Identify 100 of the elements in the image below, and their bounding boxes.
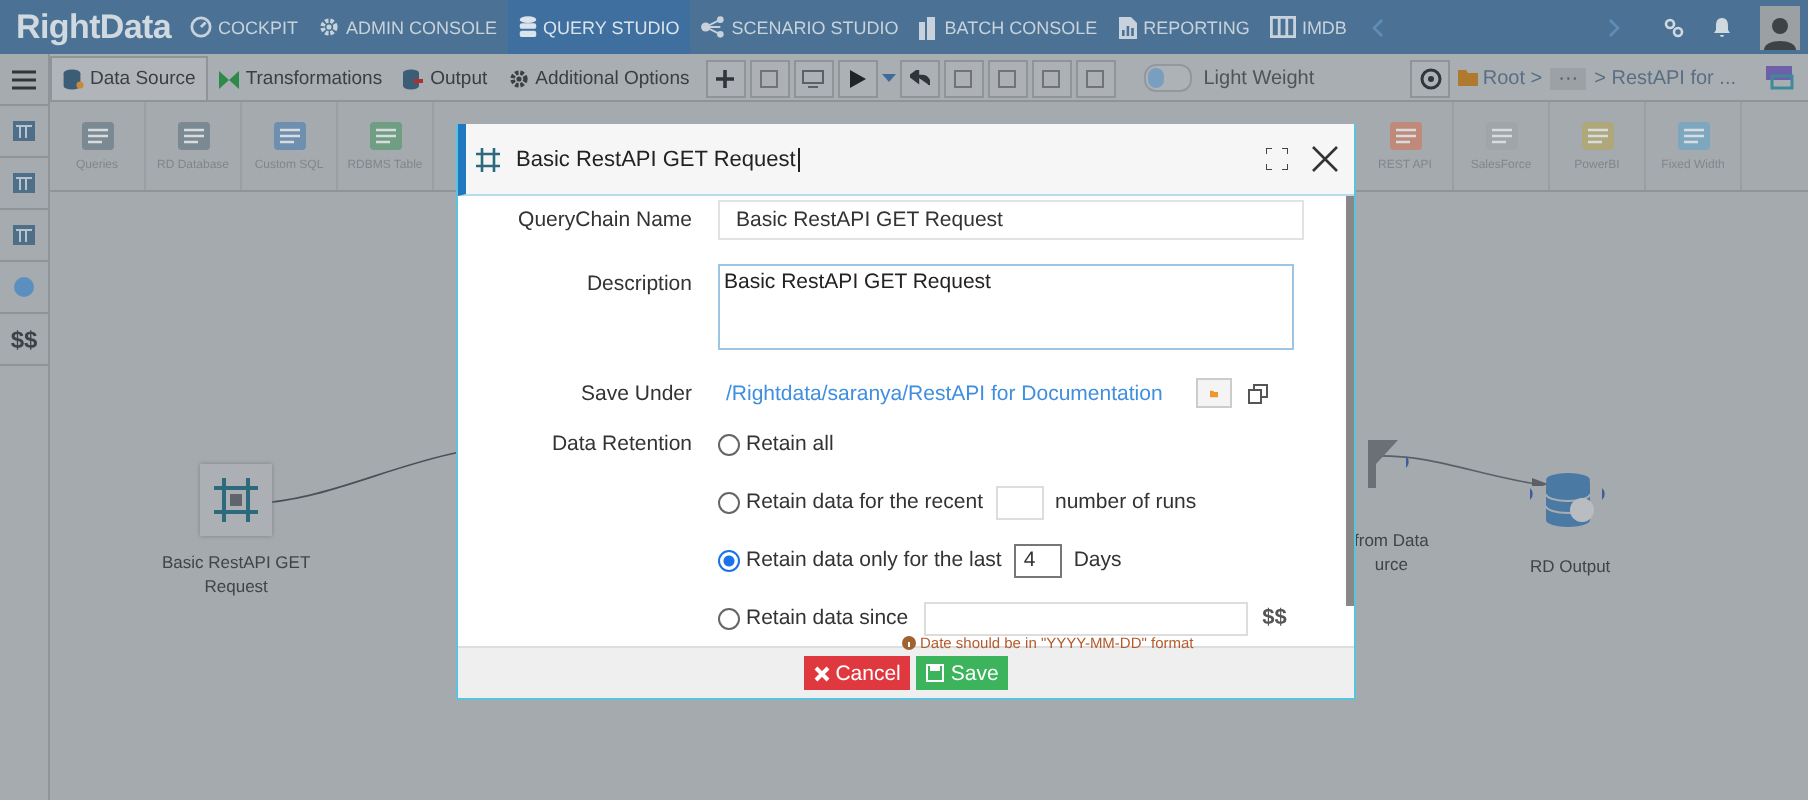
run-button[interactable] — [837, 59, 878, 97]
monitor-icon — [802, 69, 825, 87]
table-icon[interactable] — [12, 120, 36, 142]
folder-icon — [1210, 385, 1219, 401]
source-type-icon — [1387, 120, 1423, 152]
maximize-icon[interactable] — [1266, 148, 1288, 170]
grid-frame-icon — [212, 476, 261, 524]
folder-icon — [1458, 70, 1479, 86]
source-type-icon — [1579, 120, 1615, 152]
breadcrumb-item[interactable]: ··· — [1550, 67, 1587, 89]
variables-label[interactable]: $$ — [10, 325, 38, 353]
radio-button[interactable] — [718, 549, 740, 571]
window-stack-icon[interactable] — [1764, 64, 1796, 92]
field-label: Data Retention — [549, 430, 692, 460]
bell-icon[interactable] — [1712, 16, 1732, 38]
number-field[interactable] — [995, 485, 1043, 519]
editor-tab[interactable]: Additional Options — [497, 58, 700, 100]
number-field[interactable]: 4 — [1013, 543, 1062, 577]
floppy-icon — [926, 664, 945, 682]
copy-button[interactable] — [1031, 59, 1072, 97]
name-field[interactable]: Basic RestAPI GET Request — [718, 200, 1304, 240]
option-label: number of runs — [1055, 490, 1197, 514]
info-icon — [902, 636, 916, 650]
menu-icon[interactable] — [12, 69, 36, 89]
gauge-icon — [190, 16, 212, 38]
field-label: Save Under — [579, 381, 692, 405]
source-type-icon — [175, 120, 211, 152]
folder-path-link[interactable]: /Rightdata/saranya/RestAPI for Documentation — [726, 381, 1163, 405]
output-icon — [402, 68, 425, 90]
date-field[interactable] — [924, 601, 1249, 635]
app-logo: RightData — [14, 5, 174, 50]
edit-icon — [954, 69, 973, 87]
nav-tab[interactable]: IMDB — [1259, 0, 1357, 54]
nav-tab[interactable]: REPORTING — [1107, 0, 1260, 54]
nav-tab[interactable]: COCKPIT — [180, 0, 309, 54]
toggle-switch[interactable] — [1143, 64, 1192, 92]
description-field[interactable]: Basic RestAPI GET Request — [718, 264, 1294, 350]
option-label: Retain data since — [746, 606, 909, 630]
field-label: QueryChain Name — [516, 208, 692, 232]
node-label: RD Output — [1530, 554, 1611, 578]
add-button[interactable] — [705, 59, 746, 97]
node-label: urce — [1374, 552, 1408, 576]
node-label: Request — [204, 574, 268, 598]
breadcrumb-item[interactable]: > RestAPI for ... — [1594, 67, 1736, 89]
radio-button[interactable] — [718, 491, 740, 513]
editor-tab[interactable]: Transformations — [207, 58, 393, 100]
option-label: Days — [1073, 548, 1122, 572]
source-type-icon — [1483, 120, 1519, 152]
plus-icon — [716, 69, 735, 87]
compass-button[interactable] — [1410, 59, 1451, 97]
nodes-icon — [699, 16, 726, 38]
user-avatar[interactable] — [1760, 5, 1800, 49]
variables-label[interactable]: $$ — [1262, 606, 1287, 630]
calendar-button[interactable] — [1075, 59, 1116, 97]
undo-button[interactable] — [899, 59, 940, 97]
gear-icon — [507, 68, 530, 90]
breadcrumb-item[interactable]: Root > — [1458, 67, 1543, 89]
scrollbar[interactable] — [1346, 196, 1354, 606]
close-icon[interactable] — [1312, 146, 1338, 172]
link-icon[interactable] — [1664, 17, 1684, 37]
radio-button[interactable] — [718, 433, 740, 455]
calendar-icon — [1086, 69, 1105, 87]
editor-tab[interactable]: Data Source — [50, 56, 208, 100]
compass-icon — [1419, 67, 1442, 89]
undo-icon — [909, 70, 930, 86]
caret-icon[interactable] — [881, 73, 896, 83]
report-icon — [1117, 15, 1138, 39]
transform-icon — [217, 69, 240, 89]
copy-icon — [1042, 69, 1061, 87]
source-type-icon — [271, 120, 307, 152]
cancel-button[interactable]: Cancel — [803, 656, 911, 690]
close-icon — [813, 665, 830, 681]
field-label: Description — [584, 270, 692, 300]
nav-tab[interactable]: QUERY STUDIO — [507, 0, 690, 54]
option-label: Retain all — [746, 432, 834, 456]
query-node[interactable] — [200, 464, 273, 536]
database-output-icon[interactable] — [1530, 472, 1611, 528]
folder-button[interactable] — [1196, 378, 1233, 408]
gear-icon — [318, 16, 341, 38]
save-button[interactable]: Save — [916, 656, 1009, 690]
nav-tab[interactable]: BATCH CONSOLE — [908, 0, 1108, 54]
save-button[interactable] — [987, 59, 1028, 97]
node-label: Basic RestAPI GET — [162, 550, 311, 574]
nav-tab[interactable]: SCENARIO STUDIO — [689, 0, 909, 54]
save-icon — [998, 69, 1017, 87]
query-node-icon — [476, 147, 500, 171]
source-type-icon — [1675, 120, 1711, 152]
option-label: Retain data for the recent — [746, 490, 983, 514]
nav-tab[interactable]: ADMIN CONSOLE — [308, 0, 508, 54]
edit-icon — [760, 69, 779, 87]
copy-icon[interactable] — [1248, 383, 1269, 403]
dialog-title: Basic RestAPI GET Request — [516, 147, 800, 171]
source-type-icon — [79, 120, 115, 152]
editor-tab[interactable]: Output — [392, 58, 498, 100]
radio-button[interactable] — [718, 607, 740, 629]
columns-icon — [1269, 16, 1296, 38]
node-label: from Data — [1354, 528, 1429, 552]
option-label: Retain data only for the last — [746, 548, 1002, 572]
play-icon — [849, 69, 866, 87]
toggle-label: Light Weight — [1203, 67, 1315, 89]
